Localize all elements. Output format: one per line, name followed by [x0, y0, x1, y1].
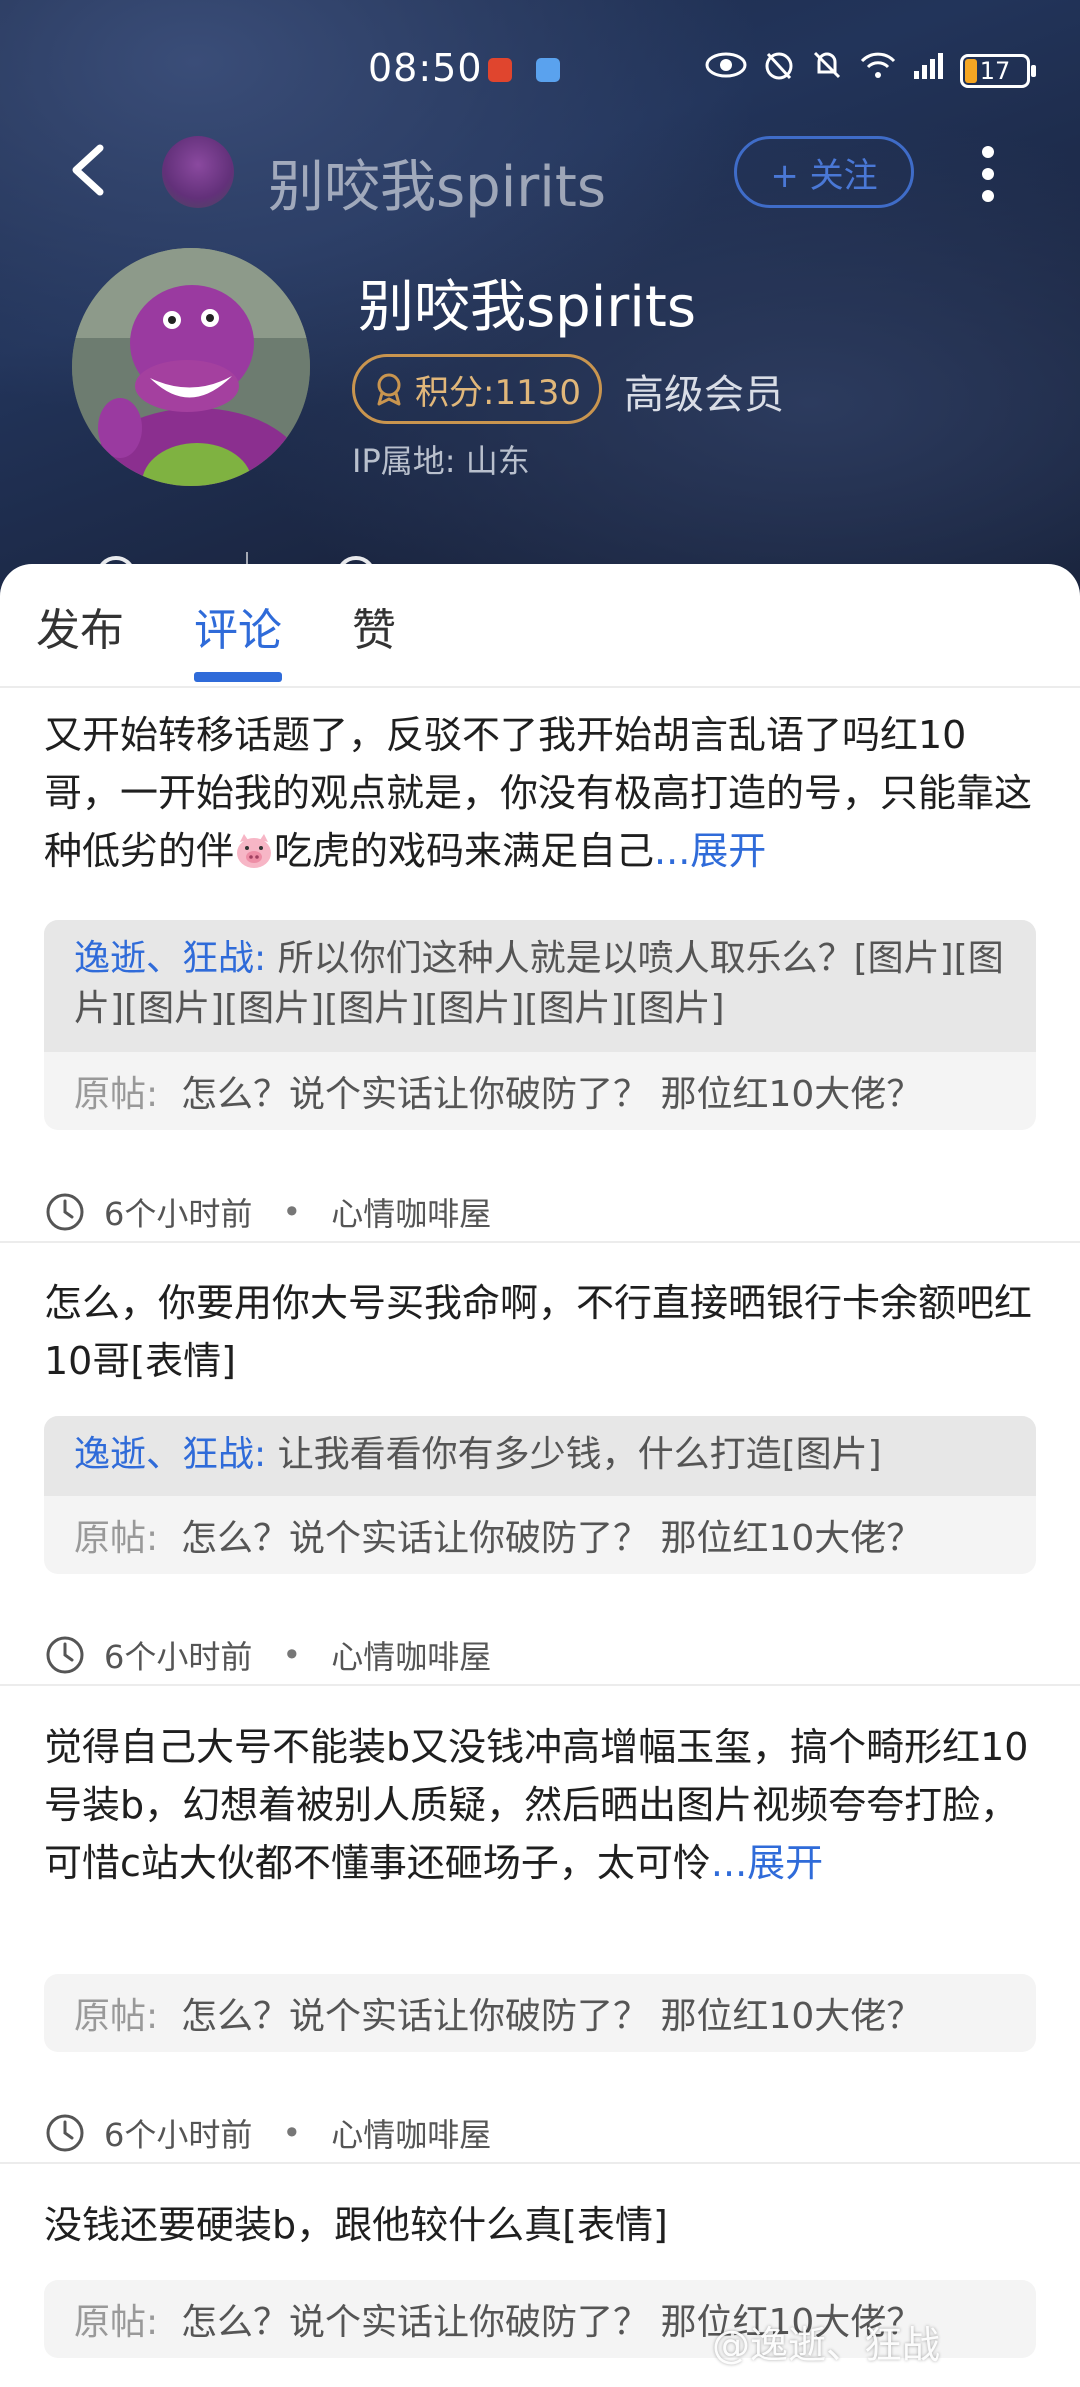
clock-icon — [46, 2114, 84, 2152]
comment-time: 6个小时前 — [104, 1195, 253, 1233]
quoted-reply[interactable]: 原帖: 怎么？说个实话让你破防了？ 那位红10大佬？ — [44, 1974, 1036, 2052]
separator-dot: • — [282, 1636, 302, 1674]
expand-link[interactable]: ...展开 — [654, 829, 766, 873]
separator-dot: • — [282, 2114, 302, 2152]
alarm-icon — [762, 48, 796, 93]
reply-content: 逸逝、狂战: 所以你们这种人就是以喷人取乐么？[图片][图片][图片][图片][… — [44, 920, 1036, 1052]
profile-header: 08:50 17 别咬我spirits + 关注 别咬我spirits 积分:1… — [0, 0, 1080, 620]
comment-text[interactable]: 没钱还要硬装b，跟他较什么真[表情] — [44, 2196, 1040, 2254]
status-bar: 08:50 17 — [0, 40, 1080, 100]
tab-posts[interactable]: 发布 — [36, 594, 124, 658]
avatar[interactable] — [72, 248, 310, 486]
divider — [0, 2162, 1080, 2164]
original-post-text: 怎么？说个实话让你破防了？ 那位红10大佬？ — [181, 1518, 923, 1559]
status-time: 08:50 — [368, 46, 483, 90]
comment-text[interactable]: 又开始转移话题了，反驳不了我开始胡言乱语了吗红10哥，一开始我的观点就是，你没有… — [44, 706, 1040, 880]
active-tab-indicator — [194, 672, 282, 682]
original-post-label: 原帖: — [74, 1074, 159, 1115]
tab-comments[interactable]: 评论 — [194, 594, 282, 658]
original-post-label: 原帖: — [74, 1518, 159, 1559]
quoted-reply[interactable]: 逸逝、狂战: 所以你们这种人就是以喷人取乐么？[图片][图片][图片][图片][… — [44, 920, 1036, 1130]
original-post-text: 怎么？说个实话让你破防了？ 那位红10大佬？ — [181, 1996, 923, 2037]
original-post[interactable]: 原帖: 怎么？说个实话让你破防了？ 那位红10大佬？ — [44, 1974, 1036, 2052]
chevron-left-icon — [72, 144, 104, 196]
quoted-reply[interactable]: 逸逝、狂战: 让我看看你有多少钱，什么打造[图片] 原帖: 怎么？说个实话让你破… — [44, 1416, 1036, 1574]
reply-username[interactable]: 逸逝、狂战: — [74, 938, 266, 979]
comment-time: 6个小时前 — [104, 1638, 253, 1676]
forum-name[interactable]: 心情咖啡屋 — [331, 1632, 491, 1678]
comment-meta: 6个小时前 • 心情咖啡屋 — [44, 1187, 491, 1237]
mute-icon — [810, 48, 844, 93]
nav-avatar — [162, 136, 234, 208]
reply-username[interactable]: 逸逝、狂战: — [74, 1434, 266, 1475]
original-post[interactable]: 原帖: 怎么？说个实话让你破防了？ 那位红10大佬？ — [44, 1052, 1036, 1130]
4g-signal-icon — [912, 49, 946, 92]
watermark: @逸逝、狂战 — [712, 2323, 941, 2367]
forum-name[interactable]: 心情咖啡屋 — [331, 2110, 491, 2156]
comment-time: 6个小时前 — [104, 2116, 253, 2154]
original-post-label: 原帖: — [74, 1996, 159, 2037]
points-text: 积分:1130 — [415, 372, 581, 413]
battery-icon: 17 — [960, 53, 1036, 88]
comment-meta: 6个小时前 • 心情咖啡屋 — [44, 2108, 491, 2158]
clock-icon — [46, 1193, 84, 1231]
reply-content: 逸逝、狂战: 让我看看你有多少钱，什么打造[图片] — [44, 1416, 1036, 1496]
pig-emoji-icon — [237, 834, 272, 868]
comment-item[interactable]: 怎么，你要用你大号买我命啊，不行直接晒银行卡余额吧红10哥[表情] — [0, 1274, 1080, 1394]
follow-button[interactable]: + 关注 — [734, 136, 914, 208]
nav-title: 别咬我spirits — [268, 155, 606, 220]
content-card: 发布 评论 赞 又开始转移话题了，反驳不了我开始胡言乱语了吗红10哥，一开始我的… — [0, 564, 1080, 2387]
wifi-icon — [858, 49, 898, 92]
tab-likes[interactable]: 赞 — [352, 594, 396, 658]
divider — [0, 1241, 1080, 1243]
eye-icon — [704, 50, 748, 91]
comment-item[interactable]: 没钱还要硬装b，跟他较什么真[表情] — [0, 2196, 1080, 2256]
ip-location: IP属地: 山东 — [352, 442, 530, 480]
notification-app-icon — [488, 58, 512, 82]
member-level: 高级会员 — [624, 372, 784, 418]
original-post-text: 怎么？说个实话让你破防了？ 那位红10大佬？ — [181, 1074, 923, 1115]
separator-dot: • — [282, 1193, 302, 1231]
reply-text: 让我看看你有多少钱，什么打造[图片] — [277, 1434, 882, 1475]
expand-link[interactable]: ...展开 — [711, 1841, 823, 1885]
notification-app-icon — [536, 58, 560, 82]
original-post-label: 原帖: — [74, 2302, 159, 2343]
divider — [0, 1684, 1080, 1686]
comment-text[interactable]: 怎么，你要用你大号买我命啊，不行直接晒银行卡余额吧红10哥[表情] — [44, 1274, 1040, 1390]
comment-text[interactable]: 觉得自己大号不能装b又没钱冲高增幅玉玺，搞个畸形红10号装b，幻想着被别人质疑，… — [44, 1718, 1040, 1892]
back-button[interactable] — [62, 140, 112, 200]
tab-bar: 发布 评论 赞 — [0, 564, 1080, 688]
comment-item[interactable]: 又开始转移话题了，反驳不了我开始胡言乱语了吗红10哥，一开始我的观点就是，你没有… — [0, 706, 1080, 873]
more-options-icon[interactable] — [968, 140, 1008, 204]
original-post[interactable]: 原帖: 怎么？说个实话让你破防了？ 那位红10大佬？ — [44, 1496, 1036, 1574]
points-badge[interactable]: 积分:1130 — [352, 354, 602, 424]
comment-meta: 6个小时前 • 心情咖啡屋 — [44, 1630, 491, 1680]
clock-icon — [46, 1636, 84, 1674]
forum-name[interactable]: 心情咖啡屋 — [331, 1189, 491, 1235]
profile-name: 别咬我spirits — [358, 275, 696, 340]
medal-icon — [377, 373, 401, 406]
comment-item[interactable]: 觉得自己大号不能装b又没钱冲高增幅玉玺，搞个畸形红10号装b，幻想着被别人质疑，… — [0, 1718, 1080, 1958]
